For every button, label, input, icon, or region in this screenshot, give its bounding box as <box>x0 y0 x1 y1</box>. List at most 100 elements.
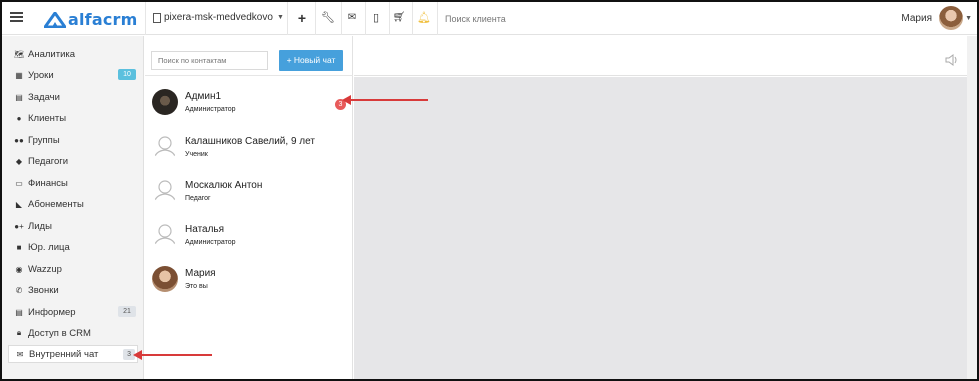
sidebar-item-clients[interactable]: ● Клиенты <box>8 109 138 127</box>
users-icon: ●● <box>14 135 24 145</box>
sidebar-item-leads[interactable]: ●+ Лиды <box>8 217 138 235</box>
sidebar-item-label: Группы <box>28 134 60 146</box>
sidebar-item-crm-access[interactable]: 🔒︎ Доступ в CRM <box>8 324 138 342</box>
sidebar-item-teachers[interactable]: ◆ Педагоги <box>8 152 138 170</box>
lock-icon: 🔒︎ <box>16 328 22 337</box>
divider <box>145 2 146 35</box>
plus-icon[interactable]: + <box>295 11 309 25</box>
contact-role: Администратор <box>185 239 236 246</box>
user-silhouette-icon <box>153 136 177 160</box>
new-chat-button[interactable]: + Новый чат <box>279 50 343 71</box>
bell-icon[interactable]: 🔔︎ <box>417 11 431 25</box>
briefcase-icon: ■ <box>16 242 22 252</box>
newspaper-icon: ▤ <box>15 307 23 317</box>
chat-list-header: Поиск по контактам + Новый чат <box>145 36 353 76</box>
avatar <box>152 266 178 292</box>
tag-icon: ◣ <box>15 199 23 209</box>
user-name[interactable]: Мария <box>901 13 932 24</box>
sidebar-item-finance[interactable]: ▭ Финансы <box>8 174 138 192</box>
sidebar-item-internal-chat[interactable]: ✉ Внутренний чат 3 <box>8 345 138 363</box>
mobile-icon[interactable]: ▯ <box>369 11 383 25</box>
sidebar-item-legal-entities[interactable]: ■ Юр. лица <box>8 238 138 256</box>
contact-role: Это вы <box>185 283 208 290</box>
avatar[interactable] <box>939 6 963 30</box>
divider <box>389 2 390 35</box>
sidebar-item-label: Клиенты <box>28 112 67 124</box>
contact-role: Педагог <box>185 195 211 202</box>
logo-mark-icon <box>44 11 66 28</box>
chat-list-panel: Поиск по контактам + Новый чат Админ1 Ад… <box>145 36 353 379</box>
sidebar-item-analytics[interactable]: 🗺︎ Аналитика <box>8 45 138 63</box>
envelope-icon: ✉ <box>16 349 24 359</box>
contact-name: Админ1 <box>185 91 222 102</box>
menu-icon[interactable] <box>10 12 23 23</box>
divider <box>315 2 316 35</box>
sidebar-item-informer[interactable]: ▤ Информер 21 <box>8 303 138 321</box>
contact-name: Калашников Савелий, 9 лет <box>185 136 315 147</box>
divider <box>341 2 342 35</box>
scrollbar[interactable] <box>967 36 977 379</box>
divider <box>287 2 288 35</box>
annotation-arrow <box>133 350 212 360</box>
sidebar-item-tasks[interactable]: ▤ Задачи <box>8 88 138 106</box>
sidebar-item-label: Лиды <box>28 220 52 232</box>
sidebar-item-label: Финансы <box>28 177 68 189</box>
whatsapp-icon: ◉ <box>15 264 23 274</box>
sidebar-item-label: Информер <box>28 306 76 318</box>
sidebar-item-label: Wazzup <box>28 263 62 275</box>
sidebar-item-label: Уроки <box>28 69 54 81</box>
list-item[interactable]: Москалюк Антон Педагог <box>145 174 353 218</box>
top-bar: alfacrm pixera-msk-medvedkovo ▼ + 🔧︎ ✉ ▯… <box>2 2 977 35</box>
sidebar-item-label: Задачи <box>28 91 60 103</box>
sidebar-item-lessons[interactable]: ▦ Уроки 10 <box>8 66 138 84</box>
sidebar-item-groups[interactable]: ●● Группы <box>8 131 138 149</box>
sidebar-item-calls[interactable]: ✆ Звонки <box>8 281 138 299</box>
contact-name: Москалюк Антон <box>185 180 263 191</box>
caret-down-icon[interactable]: ▼ <box>965 15 972 22</box>
branch-label: pixera-msk-medvedkovo <box>164 12 273 23</box>
contact-name: Наталья <box>185 224 225 235</box>
count-badge: 21 <box>118 306 136 317</box>
sidebar-item-label: Внутренний чат <box>29 348 99 360</box>
user-plus-icon: ●+ <box>14 221 24 231</box>
building-icon <box>153 12 161 23</box>
cart-icon[interactable]: 🛒︎ <box>392 11 406 25</box>
sidebar-item-label: Аналитика <box>28 48 76 60</box>
money-icon: ▭ <box>15 178 23 188</box>
contact-search-input[interactable]: Поиск по контактам <box>151 51 268 70</box>
client-search-input[interactable]: Поиск клиента <box>445 14 506 24</box>
sidebar: 🗺︎ Аналитика ▦ Уроки 10 ▤ Задачи ● Клиен… <box>2 36 144 379</box>
list-item[interactable]: Наталья Администратор <box>145 218 353 262</box>
user-silhouette-icon <box>153 180 177 204</box>
wrench-icon[interactable]: 🔧︎ <box>321 11 335 25</box>
user-silhouette-icon <box>153 224 177 248</box>
phone-icon: ✆ <box>15 285 23 295</box>
annotation-arrow <box>342 95 428 105</box>
divider <box>437 2 438 35</box>
sidebar-item-label: Юр. лица <box>28 241 70 253</box>
sidebar-item-label: Абонементы <box>28 198 84 210</box>
list-item[interactable]: Мария Это вы <box>145 262 353 306</box>
user-icon: ● <box>16 113 22 123</box>
sidebar-item-subscriptions[interactable]: ◣ Абонементы <box>8 195 138 213</box>
speaker-icon[interactable] <box>945 54 959 66</box>
logo[interactable]: alfacrm <box>44 10 138 29</box>
chat-header <box>354 36 967 76</box>
logo-text: alfacrm <box>68 10 138 29</box>
list-item[interactable]: Калашников Савелий, 9 лет Ученик <box>145 130 353 174</box>
avatar <box>152 89 178 115</box>
sidebar-item-wazzup[interactable]: ◉ Wazzup <box>8 260 138 278</box>
count-badge: 10 <box>118 69 136 80</box>
contact-name: Мария <box>185 268 216 279</box>
branch-selector[interactable]: pixera-msk-medvedkovo ▼ <box>153 12 284 23</box>
graduation-cap-icon: ◆ <box>15 156 23 166</box>
list-item[interactable]: Админ1 Администратор 3 <box>145 85 353 129</box>
calendar-icon: ▦ <box>15 70 23 80</box>
contact-role: Администратор <box>185 106 236 113</box>
envelope-icon[interactable]: ✉ <box>345 11 359 25</box>
chat-body <box>354 77 967 379</box>
contact-role: Ученик <box>185 151 208 158</box>
divider <box>412 2 413 35</box>
sidebar-item-label: Доступ в CRM <box>28 327 91 339</box>
sidebar-item-label: Педагоги <box>28 155 69 167</box>
